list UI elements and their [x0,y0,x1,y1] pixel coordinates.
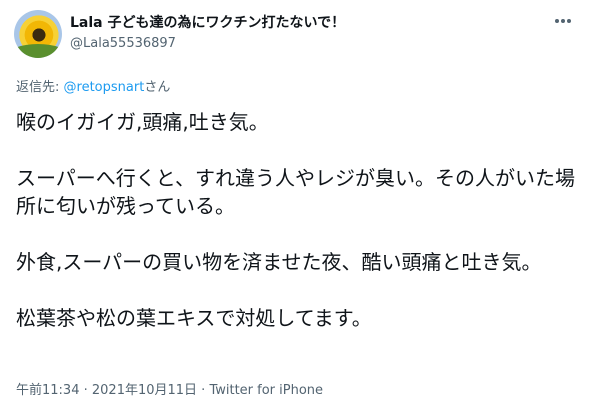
tweet-paragraph: 喉のイガイガ,頭痛,吐き気。 [16,110,269,134]
tweet-time[interactable]: 午前11:34 [16,383,79,398]
reply-context: 返信先: @retopsnartさん [16,76,170,95]
more-horizontal-icon [555,19,571,23]
display-name[interactable]: Lala 子ども達の為にワクチン打たないで！ [70,14,345,32]
tweet-metadata: 午前11:34 · 2021年10月11日 · Twitter for iPho… [16,379,323,398]
tweet-card: Lala 子ども達の為にワクチン打たないで！ @Lala55536897 返信先… [0,0,592,403]
tweet-paragraph: 松葉茶や松の葉エキスで対処してます。 [16,306,372,330]
user-handle[interactable]: @Lala55536897 [70,35,345,53]
tweet-date[interactable]: 2021年10月11日 [92,383,197,398]
tweet-text: 喉のイガイガ,頭痛,吐き気。 スーパーへ行くと、すれ違う人やレジが臭い。その人が… [16,108,581,332]
author-block: Lala 子ども達の為にワクチン打たないで！ @Lala55536897 [70,14,345,53]
reply-prefix: 返信先: [16,80,60,95]
reply-suffix: さん [144,80,171,95]
more-options-button[interactable] [552,12,574,30]
tweet-paragraph: スーパーへ行くと、すれ違う人やレジが臭い。その人がいた場所に匂いが残っている。 [16,166,575,218]
meta-separator: · [79,383,92,398]
tweet-paragraph: 外食,スーパーの買い物を済ませた夜、酷い頭痛と吐き気。 [16,250,542,274]
tweet-source[interactable]: Twitter for iPhone [209,383,323,398]
avatar[interactable] [14,10,62,58]
reply-mention-link[interactable]: @retopsnart [64,80,145,95]
meta-separator: · [197,383,210,398]
